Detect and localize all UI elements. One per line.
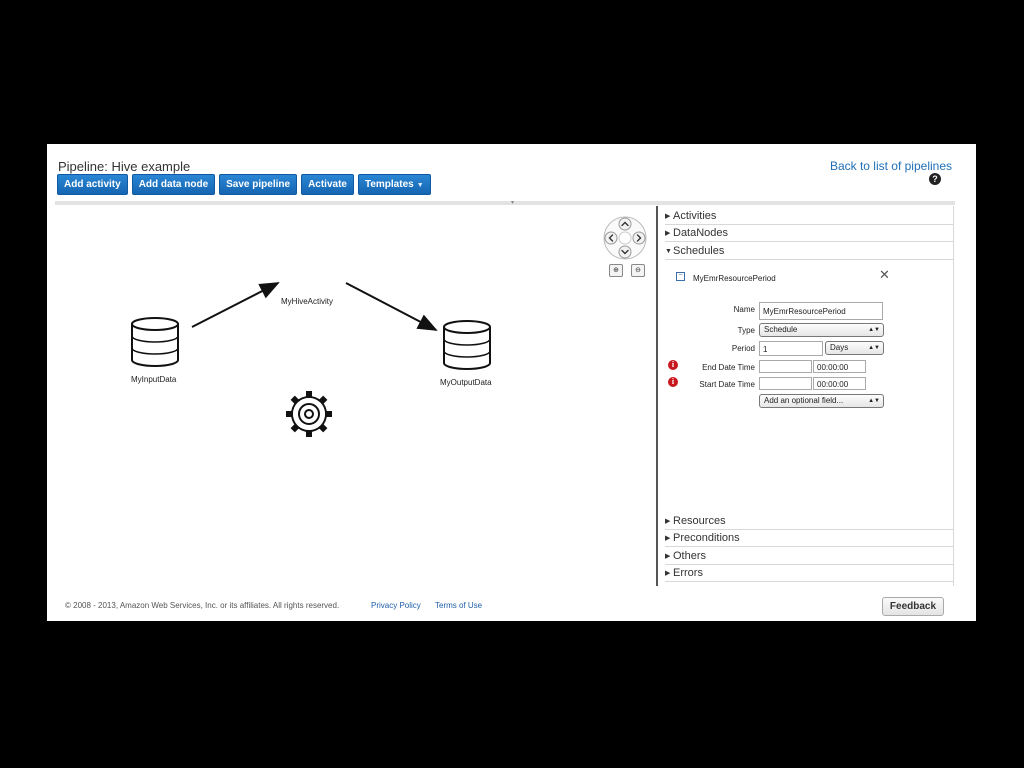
pan-down-button [618,245,632,259]
caret-right-icon: ▶ [665,535,671,542]
section-resources[interactable]: ▶ Resources [665,513,953,530]
pipeline-graph-canvas[interactable]: MyInputData MyHiveActivity MyOutputData [55,206,657,586]
save-pipeline-label: Save pipeline [226,179,291,190]
input-node-label[interactable]: MyInputData [131,375,176,384]
edge-input-to-activity [191,282,280,328]
help-icon[interactable]: ? [929,173,941,185]
section-label: Errors [673,567,703,579]
input-database-icon[interactable] [131,317,179,367]
panel-border [953,206,954,586]
section-label: Others [673,550,707,562]
section-label: DataNodes [673,227,729,239]
section-label: Preconditions [673,532,740,544]
close-icon[interactable]: ✕ [879,268,890,281]
type-select[interactable]: Schedule ▲▼ [759,323,884,337]
schedule-object-name: MyEmrResourcePeriod [693,274,776,283]
activate-label: Activate [308,179,347,190]
period-unit-select[interactable]: Days ▲▼ [825,341,884,355]
zoom-in-icon[interactable]: ⊕ [609,264,623,277]
period-field-label: Period [731,344,755,353]
caret-right-icon: ▶ [665,570,671,577]
output-database-icon[interactable] [443,320,491,370]
activate-button[interactable]: Activate [301,174,354,195]
collapse-object-icon[interactable]: − [676,272,685,281]
start-time-field[interactable]: 00:00:00 [813,377,866,390]
vertical-splitter[interactable] [656,206,658,586]
section-label: Resources [673,515,726,527]
output-node-label[interactable]: MyOutputData [440,378,492,387]
pipeline-editor-window: Pipeline: Hive example Back to list of p… [47,144,976,621]
section-label: Activities [673,210,717,222]
section-preconditions[interactable]: ▶ Preconditions [665,530,953,547]
section-activities[interactable]: ▶ Activities [665,208,953,225]
start-date-field[interactable] [759,377,812,390]
add-activity-label: Add activity [64,179,121,190]
pan-up-button [618,217,632,231]
period-unit-value: Days [830,343,849,352]
end-date-field[interactable] [759,360,812,373]
terms-of-use-link[interactable]: Terms of Use [435,601,482,610]
caret-down-icon: ▼ [665,248,672,255]
graph-svg [131,282,491,437]
splitter-grip-icon[interactable]: ▾ [511,200,515,206]
caret-right-icon: ▶ [665,553,671,560]
caret-right-icon: ▶ [665,230,671,237]
name-field[interactable]: MyEmrResourcePeriod [759,302,883,320]
caret-right-icon: ▶ [665,518,671,525]
name-field-label: Name [733,305,755,314]
type-select-value: Schedule [764,325,798,334]
pan-control-pad[interactable] [603,216,647,260]
type-field-label: Type [737,326,755,335]
pan-left-button [604,231,618,245]
templates-label: Templates [364,179,414,190]
caret-right-icon: ▶ [665,213,671,220]
activity-node-label[interactable]: MyHiveActivity [281,297,333,306]
templates-dropdown[interactable]: Templates ▼ [357,174,431,195]
page-title: Pipeline: Hive example [58,159,191,174]
copyright-text: © 2008 - 2013, Amazon Web Services, Inc.… [65,601,340,610]
section-errors[interactable]: ▶ Errors [665,565,953,582]
add-activity-button[interactable]: Add activity [57,174,128,195]
select-arrows-icon: ▲▼ [868,327,880,333]
horizontal-splitter[interactable]: ▾ [55,200,955,206]
zoom-out-icon[interactable]: ⊖ [631,264,645,277]
save-pipeline-button[interactable]: Save pipeline [219,174,298,195]
period-value-field[interactable]: 1 [759,341,823,356]
optional-field-select[interactable]: Add an optional field... ▲▼ [759,394,884,408]
privacy-policy-link[interactable]: Privacy Policy [371,601,421,610]
activity-gear-icon[interactable] [286,391,332,437]
feedback-button[interactable]: Feedback [882,597,944,616]
optional-field-value: Add an optional field... [764,396,844,405]
section-label: Schedules [673,245,725,257]
back-to-pipelines-link[interactable]: Back to list of pipelines [830,159,952,173]
pan-right-button [632,231,646,245]
section-others[interactable]: ▶ Others [665,548,953,565]
edge-activity-to-output [345,282,438,331]
start-date-label: Start Date Time [699,380,755,389]
add-data-node-button[interactable]: Add data node [131,174,216,195]
section-schedules[interactable]: ▼Schedules [665,243,953,260]
section-datanodes[interactable]: ▶ DataNodes [665,225,953,242]
end-date-label: End Date Time [702,363,755,372]
chevron-down-icon: ▼ [416,182,424,189]
select-arrows-icon: ▲▼ [868,398,880,404]
end-time-field[interactable]: 00:00:00 [813,360,866,373]
properties-panel: ▶ Activities ▶ DataNodes ▼Schedules − MyEm… [665,206,955,586]
toolbar: Add activity Add data node Save pipeline… [57,174,431,195]
select-arrows-icon: ▲▼ [868,345,880,351]
add-data-node-label: Add data node [138,179,209,190]
